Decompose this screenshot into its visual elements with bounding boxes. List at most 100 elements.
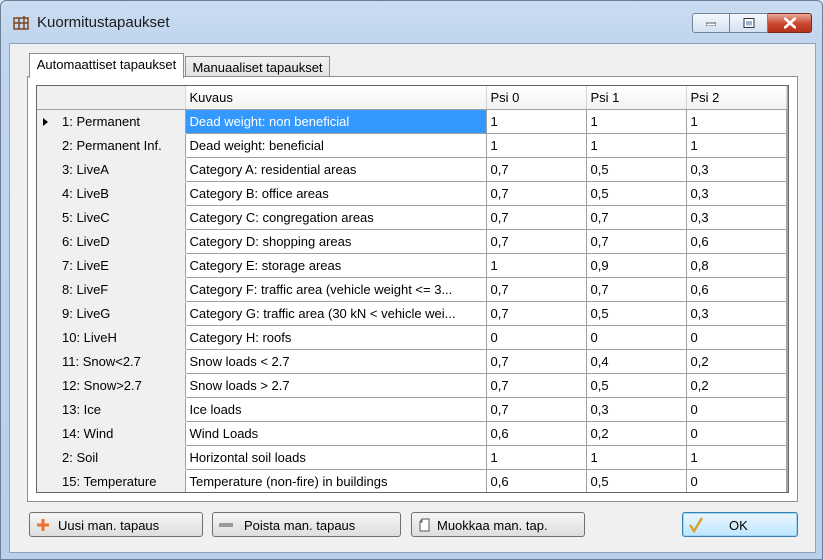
row-header-name[interactable]: 2: Soil [37,445,186,470]
row-header-name[interactable]: 9: LiveG [37,301,186,326]
table-row[interactable]: 10: LiveH Category H: roofs 0 0 0 [37,325,787,350]
cell-psi2[interactable]: 1 [686,445,787,470]
cell-psi2[interactable]: 0 [686,421,787,446]
tab-manual-cases[interactable]: Manuaaliset tapaukset [185,56,330,77]
minimize-button[interactable] [692,13,730,33]
cell-psi2[interactable]: 0,2 [686,349,787,374]
cell-psi1[interactable]: 1 [586,109,687,134]
cell-description[interactable]: Category G: traffic area (30 kN < vehicl… [185,301,487,326]
cell-psi0[interactable]: 0,7 [486,181,587,206]
cell-psi2[interactable]: 0 [686,397,787,422]
column-header-description[interactable]: Kuvaus [185,86,487,110]
cell-description[interactable]: Category C: congregation areas [185,205,487,230]
row-header-name[interactable]: 8: LiveF [37,277,186,302]
row-header-name[interactable]: 3: LiveA [37,157,186,182]
table-row[interactable]: 4: LiveB Category B: office areas 0,7 0,5 0,… [37,181,787,206]
column-header-psi2[interactable]: Psi 2 [686,86,787,110]
cell-description[interactable]: Category D: shopping areas [185,229,487,254]
cell-psi2[interactable]: 0,3 [686,205,787,230]
table-row[interactable]: 2: Soil Horizontal soil loads 1 1 1 [37,445,787,470]
row-header-name[interactable]: 13: Ice [37,397,186,422]
table-row[interactable]: 12: Snow>2.7 Snow loads > 2.7 0,7 0,5 0,2 [37,373,787,398]
cell-description[interactable]: Temperature (non-fire) in buildings [185,469,487,492]
cell-psi1[interactable]: 0,5 [586,373,687,398]
cell-psi0[interactable]: 1 [486,133,587,158]
cell-psi0[interactable]: 0,7 [486,277,587,302]
cell-psi2[interactable]: 0,6 [686,277,787,302]
cell-psi0[interactable]: 1 [486,445,587,470]
cell-psi1[interactable]: 0,3 [586,397,687,422]
cell-psi0[interactable]: 0,6 [486,469,587,492]
new-manual-case-button[interactable]: Uusi man. tapaus [29,512,203,537]
cell-psi1[interactable]: 0,7 [586,229,687,254]
cell-psi1[interactable]: 1 [586,133,687,158]
cell-psi1[interactable]: 0 [586,325,687,350]
row-header-name[interactable]: 15: Temperature [37,469,186,492]
cell-psi1[interactable]: 0,5 [586,469,687,492]
row-header-name[interactable]: 6: LiveD [37,229,186,254]
row-header-name[interactable]: 7: LiveE [37,253,186,278]
cell-description[interactable]: Category F: traffic area (vehicle weight… [185,277,487,302]
remove-manual-case-button[interactable]: Poista man. tapaus [212,512,401,537]
table-row[interactable]: 7: LiveE Category E: storage areas 1 0,9 0,8 [37,253,787,278]
cell-psi2[interactable]: 0,6 [686,229,787,254]
table-row[interactable]: 8: LiveF Category F: traffic area (vehicl… [37,277,787,302]
cell-psi0[interactable]: 0,6 [486,421,587,446]
cell-psi1[interactable]: 0,5 [586,301,687,326]
table-row[interactable]: 9: LiveG Category G: traffic area (30 kN … [37,301,787,326]
column-header-psi1[interactable]: Psi 1 [586,86,687,110]
cell-psi2[interactable]: 0,2 [686,373,787,398]
tab-automatic-cases[interactable]: Automaattiset tapaukset [29,53,184,78]
row-header-name[interactable]: 5: LiveC [37,205,186,230]
cell-psi0[interactable]: 0,7 [486,205,587,230]
cell-psi0[interactable]: 0,7 [486,373,587,398]
cell-psi0[interactable]: 0,7 [486,229,587,254]
cell-description[interactable]: Horizontal soil loads [185,445,487,470]
row-header-name[interactable]: 14: Wind [37,421,186,446]
cell-psi1[interactable]: 0,5 [586,181,687,206]
cell-description[interactable]: Category A: residential areas [185,157,487,182]
cell-psi1[interactable]: 0,7 [586,205,687,230]
cell-psi1[interactable]: 0,2 [586,421,687,446]
table-row[interactable]: 2: Permanent Inf. Dead weight: beneficial… [37,133,787,158]
load-cases-grid[interactable]: Kuvaus Psi 0 Psi 1 Psi 2 1: Permanent Dea… [36,85,789,493]
table-row[interactable]: 3: LiveA Category A: residential areas 0,7… [37,157,787,182]
cell-psi1[interactable]: 0,5 [586,157,687,182]
row-header-name[interactable]: 11: Snow<2.7 [37,349,186,374]
row-header-name[interactable]: 4: LiveB [37,181,186,206]
cell-psi0[interactable]: 1 [486,109,587,134]
cell-psi0[interactable]: 0,7 [486,397,587,422]
cell-description[interactable]: Wind Loads [185,421,487,446]
cell-psi2[interactable]: 0 [686,325,787,350]
cell-description[interactable]: Snow loads > 2.7 [185,373,487,398]
table-row[interactable]: 6: LiveD Category D: shopping areas 0,7 0,7… [37,229,787,254]
edit-manual-case-button[interactable]: Muokkaa man. tap. [411,512,585,537]
cell-psi0[interactable]: 0 [486,325,587,350]
cell-description[interactable]: Category B: office areas [185,181,487,206]
cell-description[interactable]: Category E: storage areas [185,253,487,278]
cell-psi2[interactable]: 0,3 [686,301,787,326]
cell-description[interactable]: Ice loads [185,397,487,422]
cell-psi1[interactable]: 1 [586,445,687,470]
cell-description[interactable]: Dead weight: beneficial [185,133,487,158]
table-row[interactable]: 13: Ice Ice loads 0,7 0,3 0 [37,397,787,422]
title-bar[interactable]: Kuormitustapaukset [1,1,822,45]
row-header-name[interactable]: 10: LiveH [37,325,186,350]
ok-button[interactable]: OK [682,512,798,537]
cell-psi2[interactable]: 1 [686,109,787,134]
close-button[interactable] [768,13,812,33]
cell-psi2[interactable]: 0,3 [686,181,787,206]
row-header-name[interactable]: 12: Snow>2.7 [37,373,186,398]
cell-description[interactable]: Dead weight: non beneficial [185,109,487,134]
cell-psi2[interactable]: 0,8 [686,253,787,278]
cell-psi2[interactable]: 1 [686,133,787,158]
cell-psi2[interactable]: 0,3 [686,157,787,182]
row-header-name[interactable]: 1: Permanent [37,109,186,134]
cell-psi2[interactable]: 0 [686,469,787,492]
cell-psi0[interactable]: 0,7 [486,157,587,182]
cell-psi1[interactable]: 0,4 [586,349,687,374]
column-header-psi0[interactable]: Psi 0 [486,86,587,110]
table-row[interactable]: 1: Permanent Dead weight: non beneficial 1… [37,109,787,134]
cell-psi0[interactable]: 0,7 [486,349,587,374]
cell-psi1[interactable]: 0,7 [586,277,687,302]
